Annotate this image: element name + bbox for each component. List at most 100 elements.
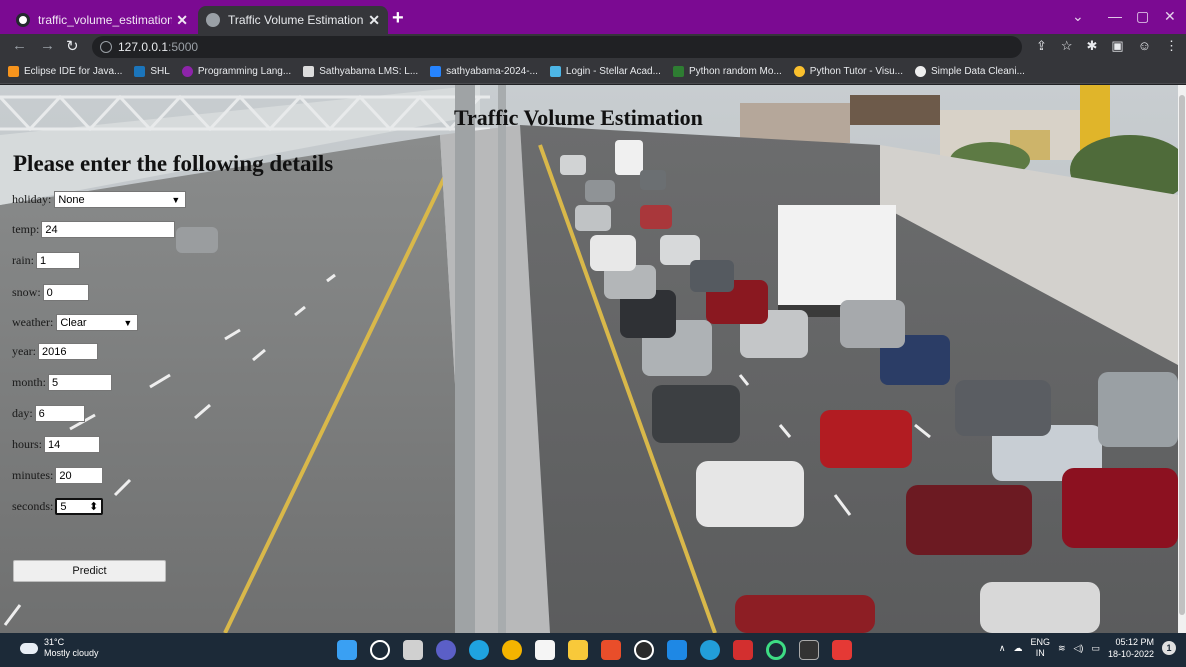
- battery-icon[interactable]: ▭: [1091, 643, 1100, 654]
- terminal-icon[interactable]: [799, 640, 819, 660]
- scrollbar-thumb[interactable]: [1179, 95, 1185, 615]
- maximize-button[interactable]: ▢: [1136, 8, 1149, 25]
- back-icon[interactable]: ←: [12, 37, 27, 54]
- bookmark-eclipse[interactable]: Eclipse IDE for Java...: [8, 66, 122, 77]
- cloud-icon: [20, 642, 38, 654]
- profile-avatar[interactable]: ☺: [1138, 38, 1151, 54]
- snow-input[interactable]: 0: [42, 284, 89, 301]
- bookmark-label: Programming Lang...: [197, 66, 292, 77]
- year-field: year: 2016: [12, 343, 98, 360]
- chat-icon[interactable]: [436, 640, 456, 660]
- sidepanel-icon[interactable]: ▣: [1111, 38, 1123, 54]
- weather-label: weather:: [12, 315, 54, 329]
- hours-input[interactable]: 14: [44, 436, 100, 453]
- taskbar-apps: [337, 640, 852, 660]
- address-bar[interactable]: 127.0.0.1 :5000: [92, 36, 1022, 58]
- new-tab-button[interactable]: +: [392, 7, 404, 30]
- volume-icon[interactable]: ◁): [1074, 643, 1084, 654]
- telegram-icon[interactable]: [700, 640, 720, 660]
- weather-select[interactable]: Clear ▼: [56, 314, 139, 331]
- year-input[interactable]: 2016: [37, 343, 98, 360]
- seconds-input[interactable]: 5 ⬍: [55, 498, 104, 515]
- bookmarks-bar: Eclipse IDE for Java... SHL Programming …: [0, 60, 1186, 84]
- extensions-icon[interactable]: ✱: [1087, 38, 1098, 54]
- chrome-icon[interactable]: [502, 640, 522, 660]
- notification-badge[interactable]: 1: [1162, 641, 1176, 655]
- temp-input[interactable]: 24: [41, 221, 176, 238]
- bookmark-sathyabama-lms[interactable]: Sathyabama LMS: L...: [303, 66, 418, 77]
- temp-field: temp: 24: [12, 221, 176, 238]
- snipping-icon[interactable]: [832, 640, 852, 660]
- forward-icon[interactable]: →: [40, 37, 55, 54]
- spinner-icon[interactable]: ⬍: [89, 500, 98, 513]
- bookmark-label: Python Tutor - Visu...: [809, 66, 903, 77]
- info-icon[interactable]: [100, 41, 112, 53]
- close-icon[interactable]: ✕: [176, 12, 188, 29]
- weather-widget[interactable]: 31°C Mostly cloudy: [20, 637, 99, 659]
- region: IN: [1035, 648, 1045, 658]
- minutes-input[interactable]: 20: [55, 467, 104, 484]
- close-window-button[interactable]: ✕: [1164, 8, 1176, 25]
- edge-icon[interactable]: [469, 640, 489, 660]
- wps-icon[interactable]: [733, 640, 753, 660]
- bookmark-stellar[interactable]: Login - Stellar Acad...: [549, 66, 661, 77]
- bookmark-data-cleaning[interactable]: Simple Data Cleani...: [914, 66, 1025, 77]
- reload-icon[interactable]: ↻: [66, 37, 79, 55]
- snow-value: 0: [46, 286, 53, 299]
- rain-input[interactable]: 1: [36, 252, 80, 269]
- minimize-button[interactable]: —: [1108, 8, 1122, 24]
- file-explorer-icon[interactable]: [568, 640, 588, 660]
- month-field: month: 5: [12, 374, 113, 391]
- temp-value: 24: [45, 223, 58, 236]
- language-indicator[interactable]: ENG IN: [1030, 637, 1050, 659]
- share-icon[interactable]: ⇪: [1036, 38, 1047, 54]
- month-input[interactable]: 5: [48, 374, 113, 391]
- language: ENG: [1030, 637, 1050, 647]
- seconds-field: seconds: 5 ⬍: [12, 498, 104, 515]
- bookmark-python-tutor[interactable]: Python Tutor - Visu...: [793, 66, 903, 77]
- chevron-up-icon[interactable]: ∧: [999, 643, 1006, 654]
- clock[interactable]: 05:12 PM 18-10-2022: [1108, 636, 1154, 660]
- onedrive-icon[interactable]: ☁: [1013, 643, 1022, 654]
- holiday-value: None: [58, 193, 85, 206]
- chevron-down-icon: ▼: [123, 317, 133, 328]
- predict-button[interactable]: Predict: [13, 560, 166, 582]
- year-label: year:: [12, 344, 36, 358]
- python-tutor-icon: [793, 66, 805, 77]
- holiday-select[interactable]: None ▼: [54, 191, 187, 208]
- search-icon[interactable]: [370, 640, 390, 660]
- day-field: day: 6: [12, 405, 85, 422]
- tab-github[interactable]: traffic_volume_estimation_projec ✕: [8, 6, 196, 34]
- tab-search-icon[interactable]: ⌄: [1072, 8, 1084, 25]
- browser-toolbar: ← → ↻ 127.0.0.1 :5000 ⇪ ☆ ✱ ▣ ☺ ⋮: [0, 34, 1186, 60]
- bookmark-programming[interactable]: Programming Lang...: [181, 66, 292, 77]
- task-view-icon[interactable]: [403, 640, 423, 660]
- bookmark-python-random[interactable]: Python random Mo...: [672, 66, 782, 77]
- windows-taskbar: 31°C Mostly cloudy ∧ ☁ ENG IN ≋ ◁) ▭ 05:…: [0, 633, 1186, 667]
- dell-icon[interactable]: [634, 640, 654, 660]
- menu-icon[interactable]: ⋮: [1165, 38, 1178, 54]
- stellar-icon: [549, 66, 561, 77]
- store-icon[interactable]: [535, 640, 555, 660]
- form-heading: Please enter the following details: [13, 151, 334, 176]
- bookmark-star-icon[interactable]: ☆: [1061, 38, 1073, 54]
- month-label: month:: [12, 375, 47, 389]
- browser-title-bar: traffic_volume_estimation_projec ✕ Traff…: [0, 0, 1186, 34]
- bookmark-sathyabama-2024[interactable]: sathyabama-2024-...: [430, 66, 538, 77]
- start-icon[interactable]: [337, 640, 357, 660]
- page-title: Traffic Volume Estimation: [454, 105, 703, 130]
- circle-app-icon[interactable]: [766, 640, 786, 660]
- data-cleaning-icon: [914, 66, 926, 77]
- close-icon[interactable]: ✕: [368, 12, 380, 29]
- jira-icon: [430, 66, 442, 77]
- hours-value: 14: [48, 438, 61, 451]
- page-scrollbar[interactable]: [1178, 85, 1186, 633]
- wifi-icon[interactable]: ≋: [1058, 643, 1066, 654]
- tab-traffic-volume[interactable]: Traffic Volume Estimation ✕: [198, 6, 388, 34]
- bookmark-shl[interactable]: SHL: [134, 66, 170, 77]
- mail-icon[interactable]: [667, 640, 687, 660]
- office-icon[interactable]: [601, 640, 621, 660]
- system-tray: ∧ ☁ ENG IN ≋ ◁) ▭ 05:12 PM 18-10-2022 1: [999, 636, 1176, 660]
- minutes-field: minutes: 20: [12, 467, 104, 484]
- day-input[interactable]: 6: [34, 405, 85, 422]
